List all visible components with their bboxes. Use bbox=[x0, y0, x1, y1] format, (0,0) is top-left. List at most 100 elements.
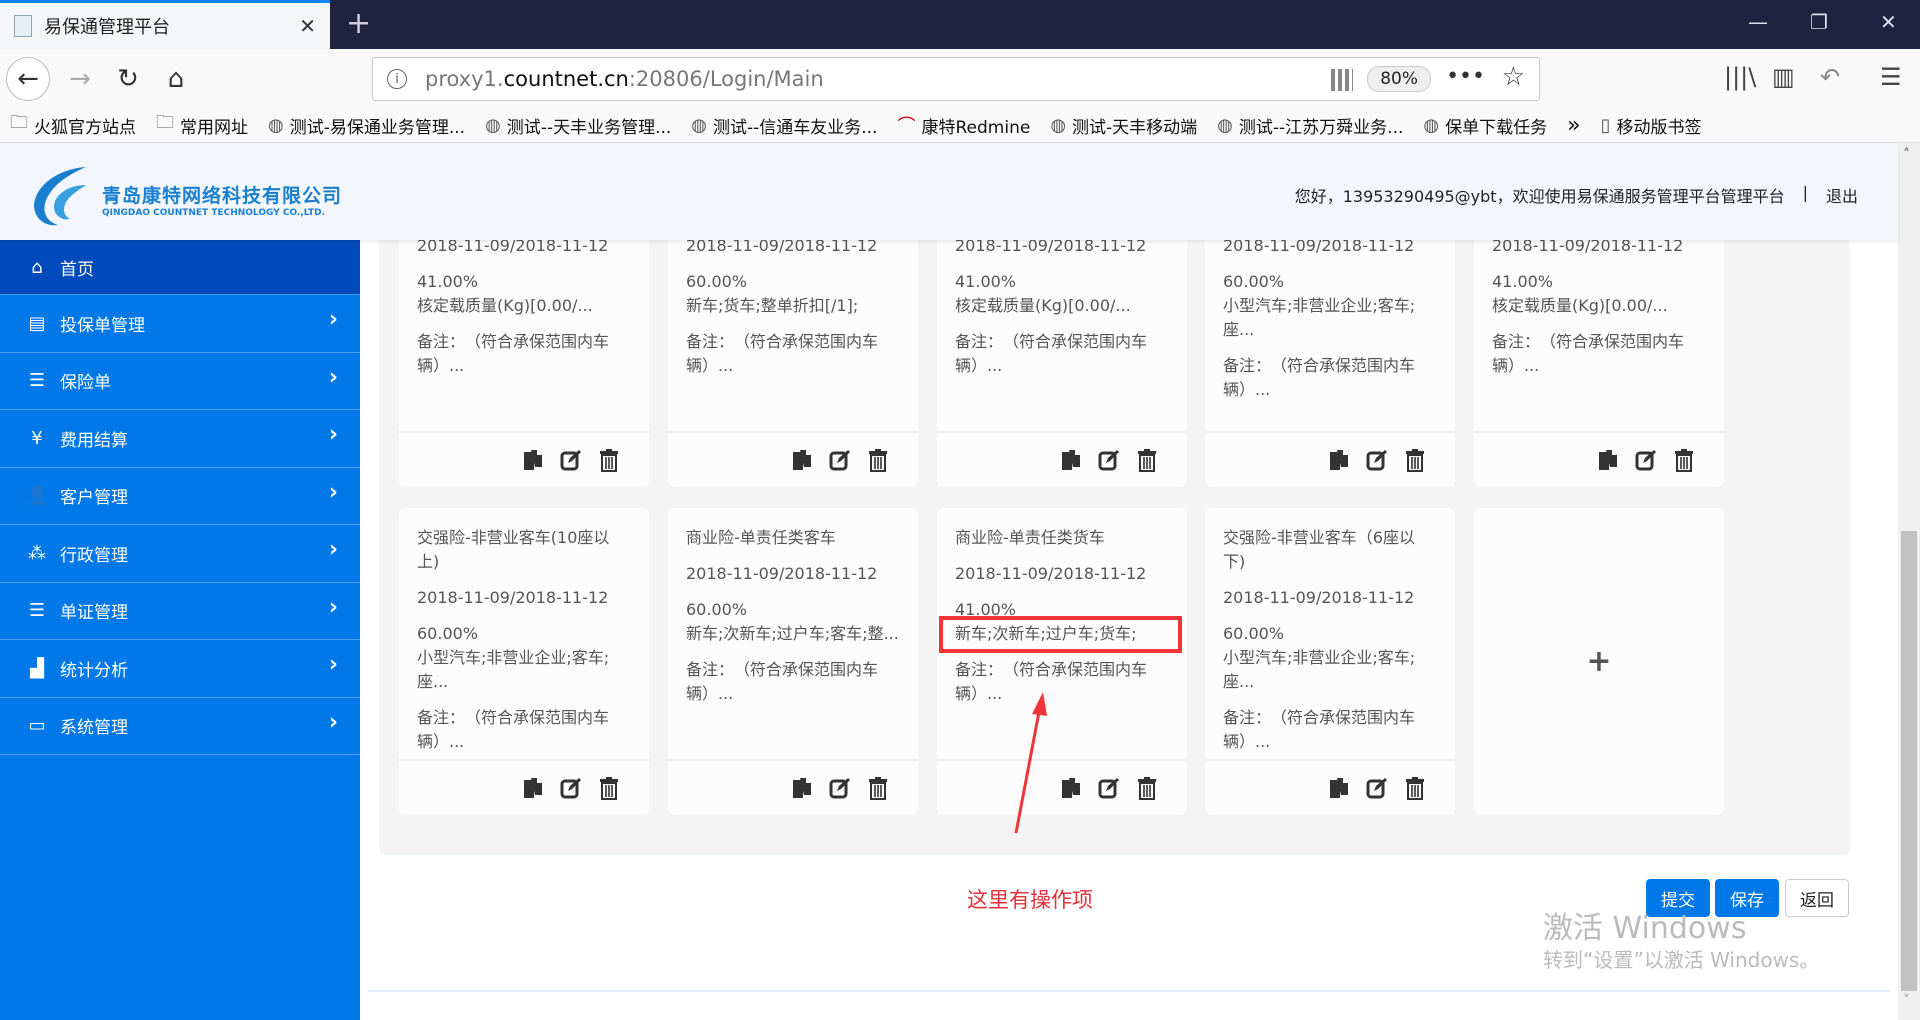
card-rate: 60.00% bbox=[417, 624, 479, 643]
forward-icon[interactable]: → bbox=[58, 57, 102, 101]
card-actions bbox=[1474, 431, 1724, 487]
delete-icon[interactable] bbox=[866, 448, 890, 472]
edit-icon[interactable] bbox=[828, 776, 852, 800]
mobile-bookmarks[interactable]: ▯ 移动版书签 bbox=[1601, 113, 1702, 138]
edit-icon[interactable] bbox=[828, 448, 852, 472]
back-icon[interactable]: ← bbox=[6, 57, 50, 101]
card-body: 2018-11-09/2018-11-12 41.00% 核定载质量(Kg)[0.0… bbox=[937, 240, 1187, 431]
bookmark-label: 测试--天丰业务管理... bbox=[506, 117, 672, 138]
product-card: 交强险-非营业客车（6座以下) 2018-11-09/2018-11-12 60.0… bbox=[1205, 508, 1455, 815]
copy-icon[interactable] bbox=[1327, 448, 1351, 472]
library-icon[interactable]: |||\ bbox=[1724, 63, 1756, 91]
bookmark-item[interactable]: 🗀 火狐官方站点 bbox=[10, 110, 136, 140]
delete-icon[interactable] bbox=[597, 776, 621, 800]
card-date-range: 2018-11-09/2018-11-12 bbox=[417, 588, 609, 607]
delete-icon[interactable] bbox=[866, 776, 890, 800]
bookmarks-overflow-icon[interactable]: » bbox=[1567, 113, 1580, 138]
home-icon[interactable]: ⌂ bbox=[154, 57, 198, 101]
chevron-right-icon: › bbox=[328, 594, 338, 620]
edit-icon[interactable] bbox=[1365, 448, 1389, 472]
copy-icon[interactable] bbox=[790, 448, 814, 472]
browser-tab[interactable]: 易保通管理平台 ✕ bbox=[0, 0, 330, 49]
sidebar-item[interactable]: ☰ 单证管理 › bbox=[0, 583, 360, 640]
edit-icon[interactable] bbox=[559, 776, 583, 800]
sidebar-item[interactable]: ▟ 统计分析 › bbox=[0, 640, 360, 698]
copy-icon[interactable] bbox=[1327, 776, 1351, 800]
delete-icon[interactable] bbox=[1672, 448, 1696, 472]
new-tab-icon[interactable]: + bbox=[346, 6, 371, 41]
bookmark-item[interactable]: ◍ 测试--信通车友业务... bbox=[691, 113, 877, 138]
minimize-icon[interactable]: — bbox=[1748, 10, 1768, 34]
copy-icon[interactable] bbox=[1059, 448, 1083, 472]
sidebar-item[interactable]: ▭ 系统管理 › bbox=[0, 698, 360, 755]
logout-link[interactable]: 退出 bbox=[1826, 183, 1858, 207]
chart-icon: ▟ bbox=[30, 657, 44, 679]
delete-icon[interactable] bbox=[1403, 776, 1427, 800]
card-body: 交强险-非营业客车(10座以上) 2018-11-09/2018-11-12 60.… bbox=[399, 508, 649, 759]
sidebar-toggle-icon[interactable]: ▥ bbox=[1772, 63, 1795, 91]
bookmark-item[interactable]: ⌒ 康特Redmine bbox=[897, 112, 1030, 138]
copy-icon[interactable] bbox=[521, 776, 545, 800]
reload-icon[interactable]: ↻ bbox=[106, 57, 150, 101]
edit-icon[interactable] bbox=[1097, 776, 1121, 800]
copy-icon[interactable] bbox=[1596, 448, 1620, 472]
sidebar-item[interactable]: ▤ 投保单管理 › bbox=[0, 295, 360, 353]
card-date-range: 2018-11-09/2018-11-12 bbox=[1492, 240, 1684, 255]
sidebar-item[interactable]: 👤 客户管理 › bbox=[0, 468, 360, 525]
zoom-level[interactable]: 80% bbox=[1367, 66, 1431, 92]
url-bar[interactable]: i proxy1. countnet.cn:20806/Login/Main 80… bbox=[372, 57, 1540, 101]
delete-icon[interactable] bbox=[1403, 448, 1427, 472]
restore-icon[interactable]: ❐ bbox=[1810, 10, 1828, 34]
card-remark: 备注： （符合承保范围内车辆）... bbox=[1492, 332, 1685, 375]
card-remark: 备注： （符合承保范围内车辆）... bbox=[686, 332, 879, 375]
qr-code-icon[interactable] bbox=[1331, 69, 1353, 91]
page-scrollbar[interactable]: ˄ ˅ bbox=[1898, 143, 1920, 1020]
card-remark: 备注： （符合承保范围内车辆）... bbox=[417, 708, 610, 751]
copy-icon[interactable] bbox=[790, 776, 814, 800]
bookmark-star-icon[interactable]: ☆ bbox=[1502, 62, 1525, 92]
bookmark-item[interactable]: ◍ 测试--江苏万舜业务... bbox=[1217, 113, 1403, 138]
bookmark-item[interactable]: ◍ 测试-天丰移动端 bbox=[1050, 113, 1197, 138]
card-body: 商业险-单责任类客车 2018-11-09/2018-11-12 60.00% 新车;… bbox=[668, 508, 918, 759]
bookmark-item[interactable]: ◍ 保单下载任务 bbox=[1423, 113, 1547, 138]
close-tab-icon[interactable]: ✕ bbox=[299, 14, 316, 38]
copy-icon[interactable] bbox=[1059, 776, 1083, 800]
sidebar-item[interactable]: ¥ 费用结算 › bbox=[0, 410, 360, 468]
bookmark-item[interactable]: ◍ 测试--天丰业务管理... bbox=[485, 113, 671, 138]
delete-icon[interactable] bbox=[1135, 776, 1159, 800]
menu-icon[interactable]: ☰ bbox=[1880, 63, 1902, 91]
card-body: 2018-11-09/2018-11-12 41.00% 核定载质量(Kg)[0.0… bbox=[1474, 240, 1724, 431]
chevron-right-icon: › bbox=[328, 479, 338, 505]
sidebar-item[interactable]: ⌂ 首页 bbox=[0, 240, 360, 295]
product-card: 2018-11-09/2018-11-12 60.00% 小型汽车;非营业企业;客车… bbox=[1205, 240, 1455, 487]
bookmark-item[interactable]: ◍ 测试-易保通业务管理... bbox=[268, 113, 465, 138]
sidebar-item[interactable]: ⁂ 行政管理 › bbox=[0, 525, 360, 583]
copy-icon[interactable] bbox=[521, 448, 545, 472]
scroll-down-icon[interactable]: ˅ bbox=[1903, 993, 1910, 1009]
window-close-icon[interactable]: ✕ bbox=[1880, 10, 1897, 34]
bookmark-item[interactable]: 🗀 常用网址 bbox=[156, 110, 248, 140]
edit-icon[interactable] bbox=[1365, 776, 1389, 800]
tab-title: 易保通管理平台 bbox=[44, 17, 170, 38]
card-title: 商业险-单责任类货车 bbox=[955, 528, 1105, 547]
edit-icon[interactable] bbox=[1634, 448, 1658, 472]
sidebar-item[interactable]: ☰ 保险单 › bbox=[0, 353, 360, 410]
company-name-en: QINGDAO COUNTNET TECHNOLOGY CO.,LTD. bbox=[102, 208, 326, 218]
back-button[interactable]: 返回 bbox=[1785, 879, 1849, 917]
edit-icon[interactable] bbox=[559, 448, 583, 472]
undo-icon[interactable]: ↶ bbox=[1820, 63, 1840, 91]
delete-icon[interactable] bbox=[1135, 448, 1159, 472]
list-icon: ☰ bbox=[28, 370, 46, 392]
delete-icon[interactable] bbox=[597, 448, 621, 472]
card-remark: 备注： （符合承保范围内车辆）... bbox=[686, 660, 879, 703]
info-icon[interactable]: i bbox=[387, 69, 407, 89]
group-icon: ⁂ bbox=[28, 542, 46, 564]
globe-icon: ◍ bbox=[691, 114, 707, 136]
edit-icon[interactable] bbox=[1097, 448, 1121, 472]
folder-icon: 🗀 bbox=[10, 112, 28, 133]
company-logo bbox=[34, 167, 86, 226]
scrollbar-thumb[interactable] bbox=[1901, 531, 1917, 991]
add-card-button[interactable]: + bbox=[1474, 508, 1724, 815]
more-icon[interactable]: ••• bbox=[1446, 64, 1485, 89]
scroll-up-icon[interactable]: ˄ bbox=[1903, 147, 1910, 163]
